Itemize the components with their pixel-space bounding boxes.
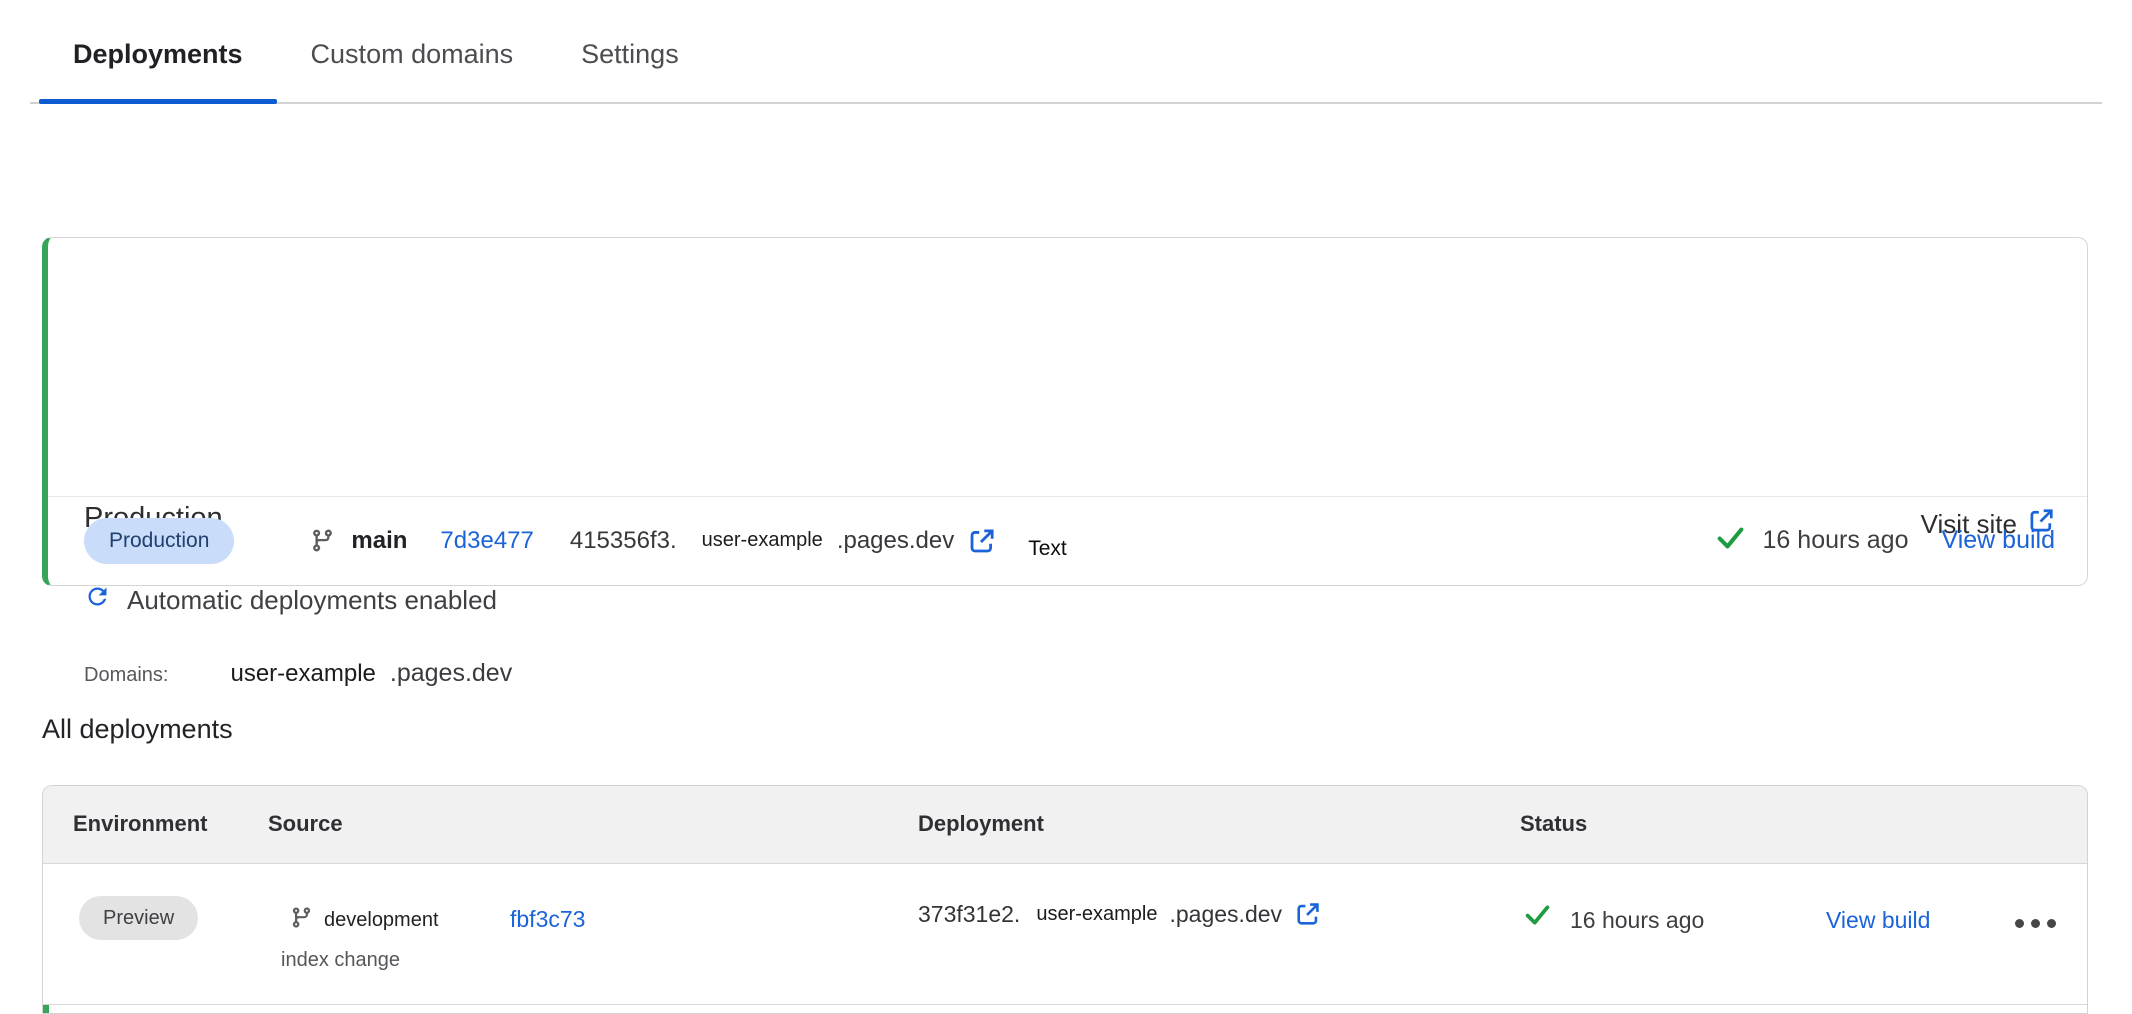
deployment-id: 415356f3. <box>570 527 677 555</box>
automatic-deployments-text: Automatic deployments enabled <box>127 585 497 616</box>
git-branch-icon <box>310 528 335 553</box>
table-header: Environment Source Deployment Status <box>43 786 2087 864</box>
check-icon <box>1524 904 1551 926</box>
deployments-table: Environment Source Deployment Status Pre… <box>42 785 2088 1014</box>
table-row: Preview development fbf3c73 index change… <box>43 864 2087 1005</box>
more-options-icon[interactable] <box>2015 919 2056 928</box>
column-source: Source <box>268 811 343 837</box>
view-build-link[interactable]: View build <box>1826 907 1930 934</box>
commit-link[interactable]: fbf3c73 <box>510 906 585 933</box>
domain-name: user-example <box>230 660 375 688</box>
status-group: 16 hours ago View build <box>1716 526 2055 555</box>
domains-row: Domains: user-example .pages.dev <box>84 659 512 688</box>
deployment-domain-suffix: .pages.dev <box>1170 901 1283 928</box>
tab-settings[interactable]: Settings <box>547 6 713 102</box>
deployment-domain-suffix: .pages.dev <box>837 527 954 555</box>
deployment-id: 373f31e2. <box>918 901 1020 928</box>
deployment-time: 16 hours ago <box>1570 907 1704 934</box>
deployment-time: 16 hours ago <box>1763 526 1909 555</box>
refresh-icon <box>84 583 111 617</box>
column-deployment: Deployment <box>918 811 1044 837</box>
domains-label: Domains: <box>84 664 168 687</box>
automatic-deployments-row: Automatic deployments enabled <box>84 583 497 617</box>
environment-badge: Preview <box>79 896 198 940</box>
commit-message: index change <box>281 949 400 972</box>
external-link-icon[interactable] <box>968 527 996 555</box>
tab-bar: Deployments Custom domains Settings <box>30 0 2102 104</box>
check-icon <box>1716 526 1745 555</box>
column-status: Status <box>1520 811 1587 837</box>
column-environment: Environment <box>73 811 207 837</box>
tab-deployments[interactable]: Deployments <box>39 6 277 102</box>
production-card: Production Visit site Automatic deployme… <box>42 237 2088 586</box>
deployment-domain: user-example <box>702 529 823 552</box>
environment-badge: Production <box>84 518 234 564</box>
git-branch-icon <box>290 906 313 929</box>
view-build-link[interactable]: View build <box>1941 526 2055 555</box>
branch-name: main <box>351 527 407 555</box>
commit-link[interactable]: 7d3e477 <box>440 527 533 555</box>
commit-message: Text <box>1028 537 1067 561</box>
all-deployments-title: All deployments <box>42 714 233 745</box>
next-row-partial <box>43 1005 2087 1014</box>
tab-custom-domains[interactable]: Custom domains <box>277 6 548 102</box>
deployment-url: 373f31e2. user-example .pages.dev <box>918 892 1321 936</box>
domain-suffix: .pages.dev <box>390 659 512 688</box>
external-link-icon[interactable] <box>1295 901 1321 927</box>
production-deployment-row: Production main 7d3e477 415356f3. user-e… <box>84 497 2055 584</box>
deployment-domain: user-example <box>1036 903 1157 926</box>
branch-name: development <box>324 909 439 932</box>
